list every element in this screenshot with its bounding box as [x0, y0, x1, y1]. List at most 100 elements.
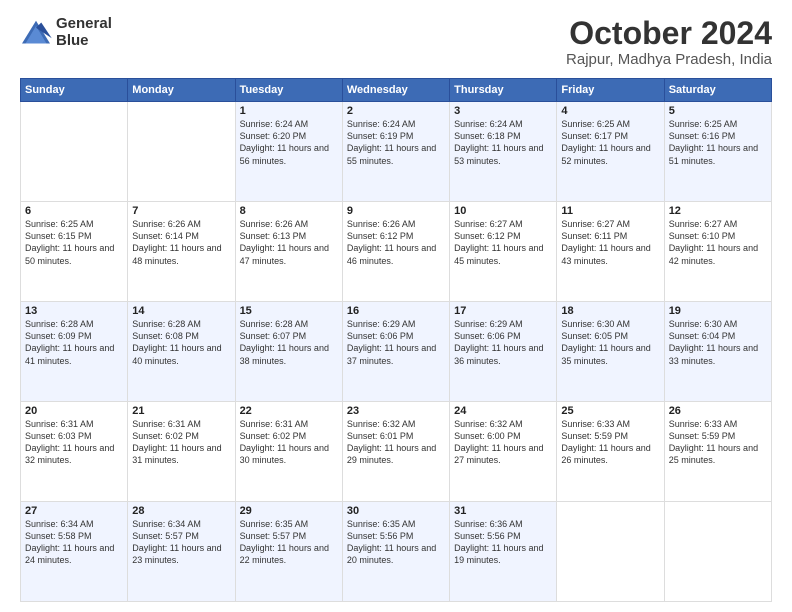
- calendar-cell: 17Sunrise: 6:29 AM Sunset: 6:06 PM Dayli…: [450, 302, 557, 402]
- calendar-cell: 3Sunrise: 6:24 AM Sunset: 6:18 PM Daylig…: [450, 102, 557, 202]
- day-info: Sunrise: 6:34 AM Sunset: 5:57 PM Dayligh…: [132, 518, 230, 567]
- calendar-week-row: 6Sunrise: 6:25 AM Sunset: 6:15 PM Daylig…: [21, 202, 772, 302]
- main-title: October 2024: [566, 16, 772, 51]
- calendar-day-header: Tuesday: [235, 79, 342, 102]
- day-info: Sunrise: 6:26 AM Sunset: 6:13 PM Dayligh…: [240, 218, 338, 267]
- day-number: 8: [240, 205, 338, 217]
- calendar-cell: 8Sunrise: 6:26 AM Sunset: 6:13 PM Daylig…: [235, 202, 342, 302]
- calendar-week-row: 27Sunrise: 6:34 AM Sunset: 5:58 PM Dayli…: [21, 502, 772, 602]
- day-number: 26: [669, 405, 767, 417]
- day-info: Sunrise: 6:27 AM Sunset: 6:10 PM Dayligh…: [669, 218, 767, 267]
- day-info: Sunrise: 6:31 AM Sunset: 6:02 PM Dayligh…: [132, 418, 230, 467]
- calendar-cell: 22Sunrise: 6:31 AM Sunset: 6:02 PM Dayli…: [235, 402, 342, 502]
- day-info: Sunrise: 6:24 AM Sunset: 6:19 PM Dayligh…: [347, 118, 445, 167]
- calendar-cell: 27Sunrise: 6:34 AM Sunset: 5:58 PM Dayli…: [21, 502, 128, 602]
- day-info: Sunrise: 6:26 AM Sunset: 6:12 PM Dayligh…: [347, 218, 445, 267]
- calendar-cell: 26Sunrise: 6:33 AM Sunset: 5:59 PM Dayli…: [664, 402, 771, 502]
- day-info: Sunrise: 6:30 AM Sunset: 6:04 PM Dayligh…: [669, 318, 767, 367]
- day-info: Sunrise: 6:27 AM Sunset: 6:11 PM Dayligh…: [561, 218, 659, 267]
- day-info: Sunrise: 6:29 AM Sunset: 6:06 PM Dayligh…: [454, 318, 552, 367]
- day-number: 25: [561, 405, 659, 417]
- calendar-cell: 19Sunrise: 6:30 AM Sunset: 6:04 PM Dayli…: [664, 302, 771, 402]
- day-number: 10: [454, 205, 552, 217]
- page: General Blue October 2024 Rajpur, Madhya…: [0, 0, 792, 612]
- day-info: Sunrise: 6:31 AM Sunset: 6:02 PM Dayligh…: [240, 418, 338, 467]
- day-info: Sunrise: 6:32 AM Sunset: 6:00 PM Dayligh…: [454, 418, 552, 467]
- day-number: 7: [132, 205, 230, 217]
- day-info: Sunrise: 6:25 AM Sunset: 6:15 PM Dayligh…: [25, 218, 123, 267]
- day-number: 12: [669, 205, 767, 217]
- calendar-cell: 10Sunrise: 6:27 AM Sunset: 6:12 PM Dayli…: [450, 202, 557, 302]
- calendar-cell: 11Sunrise: 6:27 AM Sunset: 6:11 PM Dayli…: [557, 202, 664, 302]
- calendar-day-header: Friday: [557, 79, 664, 102]
- calendar-week-row: 13Sunrise: 6:28 AM Sunset: 6:09 PM Dayli…: [21, 302, 772, 402]
- calendar-cell: 30Sunrise: 6:35 AM Sunset: 5:56 PM Dayli…: [342, 502, 449, 602]
- calendar-cell: 9Sunrise: 6:26 AM Sunset: 6:12 PM Daylig…: [342, 202, 449, 302]
- calendar-cell: 7Sunrise: 6:26 AM Sunset: 6:14 PM Daylig…: [128, 202, 235, 302]
- day-number: 29: [240, 505, 338, 517]
- day-number: 1: [240, 105, 338, 117]
- day-info: Sunrise: 6:26 AM Sunset: 6:14 PM Dayligh…: [132, 218, 230, 267]
- calendar-cell: 13Sunrise: 6:28 AM Sunset: 6:09 PM Dayli…: [21, 302, 128, 402]
- day-number: 19: [669, 305, 767, 317]
- day-number: 6: [25, 205, 123, 217]
- calendar-cell: [664, 502, 771, 602]
- calendar-cell: 14Sunrise: 6:28 AM Sunset: 6:08 PM Dayli…: [128, 302, 235, 402]
- calendar-cell: 16Sunrise: 6:29 AM Sunset: 6:06 PM Dayli…: [342, 302, 449, 402]
- calendar-cell: 29Sunrise: 6:35 AM Sunset: 5:57 PM Dayli…: [235, 502, 342, 602]
- day-info: Sunrise: 6:28 AM Sunset: 6:07 PM Dayligh…: [240, 318, 338, 367]
- day-number: 27: [25, 505, 123, 517]
- day-number: 16: [347, 305, 445, 317]
- day-number: 17: [454, 305, 552, 317]
- calendar-week-row: 1Sunrise: 6:24 AM Sunset: 6:20 PM Daylig…: [21, 102, 772, 202]
- day-info: Sunrise: 6:36 AM Sunset: 5:56 PM Dayligh…: [454, 518, 552, 567]
- calendar-cell: [557, 502, 664, 602]
- title-area: October 2024 Rajpur, Madhya Pradesh, Ind…: [566, 16, 772, 68]
- day-info: Sunrise: 6:27 AM Sunset: 6:12 PM Dayligh…: [454, 218, 552, 267]
- calendar-table: SundayMondayTuesdayWednesdayThursdayFrid…: [20, 78, 772, 602]
- day-number: 31: [454, 505, 552, 517]
- calendar-day-header: Wednesday: [342, 79, 449, 102]
- day-number: 20: [25, 405, 123, 417]
- day-info: Sunrise: 6:29 AM Sunset: 6:06 PM Dayligh…: [347, 318, 445, 367]
- day-info: Sunrise: 6:35 AM Sunset: 5:57 PM Dayligh…: [240, 518, 338, 567]
- day-info: Sunrise: 6:24 AM Sunset: 6:20 PM Dayligh…: [240, 118, 338, 167]
- day-number: 4: [561, 105, 659, 117]
- calendar-cell: [128, 102, 235, 202]
- logo-icon: [20, 19, 52, 47]
- header: General Blue October 2024 Rajpur, Madhya…: [20, 16, 772, 68]
- day-number: 14: [132, 305, 230, 317]
- day-number: 3: [454, 105, 552, 117]
- calendar-day-header: Monday: [128, 79, 235, 102]
- calendar-cell: 4Sunrise: 6:25 AM Sunset: 6:17 PM Daylig…: [557, 102, 664, 202]
- calendar-cell: 28Sunrise: 6:34 AM Sunset: 5:57 PM Dayli…: [128, 502, 235, 602]
- calendar-cell: 31Sunrise: 6:36 AM Sunset: 5:56 PM Dayli…: [450, 502, 557, 602]
- day-number: 22: [240, 405, 338, 417]
- calendar-day-header: Saturday: [664, 79, 771, 102]
- day-number: 15: [240, 305, 338, 317]
- day-number: 28: [132, 505, 230, 517]
- day-info: Sunrise: 6:24 AM Sunset: 6:18 PM Dayligh…: [454, 118, 552, 167]
- day-info: Sunrise: 6:34 AM Sunset: 5:58 PM Dayligh…: [25, 518, 123, 567]
- day-info: Sunrise: 6:35 AM Sunset: 5:56 PM Dayligh…: [347, 518, 445, 567]
- calendar-cell: 2Sunrise: 6:24 AM Sunset: 6:19 PM Daylig…: [342, 102, 449, 202]
- calendar-cell: 1Sunrise: 6:24 AM Sunset: 6:20 PM Daylig…: [235, 102, 342, 202]
- calendar-cell: 25Sunrise: 6:33 AM Sunset: 5:59 PM Dayli…: [557, 402, 664, 502]
- day-info: Sunrise: 6:30 AM Sunset: 6:05 PM Dayligh…: [561, 318, 659, 367]
- day-number: 24: [454, 405, 552, 417]
- day-number: 23: [347, 405, 445, 417]
- day-info: Sunrise: 6:31 AM Sunset: 6:03 PM Dayligh…: [25, 418, 123, 467]
- day-number: 30: [347, 505, 445, 517]
- calendar-cell: 21Sunrise: 6:31 AM Sunset: 6:02 PM Dayli…: [128, 402, 235, 502]
- calendar-cell: 20Sunrise: 6:31 AM Sunset: 6:03 PM Dayli…: [21, 402, 128, 502]
- day-info: Sunrise: 6:32 AM Sunset: 6:01 PM Dayligh…: [347, 418, 445, 467]
- day-info: Sunrise: 6:25 AM Sunset: 6:16 PM Dayligh…: [669, 118, 767, 167]
- day-info: Sunrise: 6:28 AM Sunset: 6:09 PM Dayligh…: [25, 318, 123, 367]
- calendar-week-row: 20Sunrise: 6:31 AM Sunset: 6:03 PM Dayli…: [21, 402, 772, 502]
- calendar-header-row: SundayMondayTuesdayWednesdayThursdayFrid…: [21, 79, 772, 102]
- day-info: Sunrise: 6:25 AM Sunset: 6:17 PM Dayligh…: [561, 118, 659, 167]
- subtitle: Rajpur, Madhya Pradesh, India: [566, 51, 772, 68]
- calendar-cell: 15Sunrise: 6:28 AM Sunset: 6:07 PM Dayli…: [235, 302, 342, 402]
- day-info: Sunrise: 6:28 AM Sunset: 6:08 PM Dayligh…: [132, 318, 230, 367]
- calendar-cell: 5Sunrise: 6:25 AM Sunset: 6:16 PM Daylig…: [664, 102, 771, 202]
